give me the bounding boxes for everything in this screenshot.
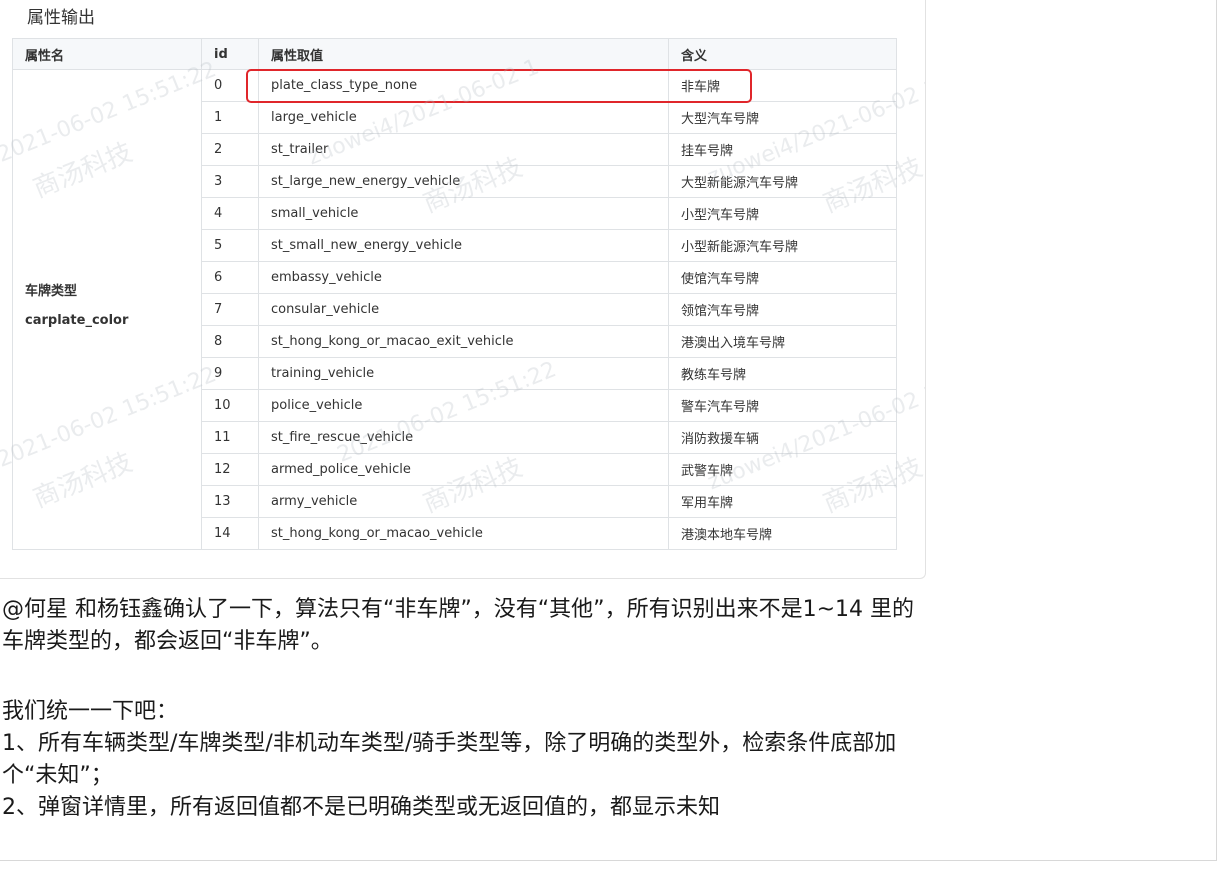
- value-cell: training_vehicle: [258, 357, 669, 390]
- value-cell: army_vehicle: [258, 485, 669, 518]
- value-cell: st_trailer: [258, 133, 669, 166]
- meaning-cell: 大型汽车号牌: [668, 101, 897, 134]
- meaning-cell: 小型新能源汽车号牌: [668, 229, 897, 262]
- id-cell: 8: [201, 325, 259, 358]
- attribute-name-cell: 车牌类型 carplate_color: [12, 69, 202, 550]
- chat-message-view: 属性输出 属性名 id 属性取值 含义 车牌类型 carplate_color 0 p…: [0, 0, 1222, 878]
- value-cell: consular_vehicle: [258, 293, 669, 326]
- doc-heading: 属性输出: [27, 8, 95, 28]
- meaning-cell: 港澳出入境车号牌: [668, 325, 897, 358]
- meaning-cell: 武警车牌: [668, 453, 897, 486]
- attribute-name-cn: 车牌类型: [25, 283, 78, 299]
- table-body: 车牌类型 carplate_color 0 plate_class_type_none…: [12, 69, 897, 550]
- id-cell: 14: [201, 517, 259, 550]
- id-cell: 11: [201, 421, 259, 454]
- id-cell: 7: [201, 293, 259, 326]
- meaning-cell: 教练车号牌: [668, 357, 897, 390]
- value-cell: st_fire_rescue_vehicle: [258, 421, 669, 454]
- id-cell: 6: [201, 261, 259, 294]
- value-cell: large_vehicle: [258, 101, 669, 134]
- message-frame-border: [1216, 0, 1217, 860]
- message-line: @何星 和杨钰鑫确认了一下，算法只有“非车牌”，没有“其他”，所有识别出来不是1…: [2, 597, 915, 622]
- id-cell: 13: [201, 485, 259, 518]
- message-line: 车牌类型的，都会返回“非车牌”。: [2, 629, 333, 654]
- attribute-name-en: carplate_color: [25, 312, 129, 328]
- value-cell: small_vehicle: [258, 197, 669, 230]
- id-cell: 3: [201, 165, 259, 198]
- message-line: 我们统一一下吧：: [2, 699, 179, 724]
- meaning-cell: 大型新能源汽车号牌: [668, 165, 897, 198]
- value-cell: plate_class_type_none: [258, 69, 669, 102]
- value-cell: st_small_new_energy_vehicle: [258, 229, 669, 262]
- value-cell: st_large_new_energy_vehicle: [258, 165, 669, 198]
- value-cell: embassy_vehicle: [258, 261, 669, 294]
- value-cell: armed_police_vehicle: [258, 453, 669, 486]
- id-cell: 5: [201, 229, 259, 262]
- attribute-table: 属性名 id 属性取值 含义 车牌类型 carplate_color 0 plate_…: [12, 38, 897, 550]
- meaning-cell: 警车汽车号牌: [668, 389, 897, 422]
- attachment-image[interactable]: 属性输出 属性名 id 属性取值 含义 车牌类型 carplate_color 0 p…: [0, 0, 926, 579]
- meaning-cell: 军用车牌: [668, 485, 897, 518]
- value-cell: st_hong_kong_or_macao_exit_vehicle: [258, 325, 669, 358]
- id-cell: 12: [201, 453, 259, 486]
- id-cell: 9: [201, 357, 259, 390]
- message-frame-border: [0, 860, 1217, 861]
- meaning-cell: 挂车号牌: [668, 133, 897, 166]
- meaning-cell: 领馆汽车号牌: [668, 293, 897, 326]
- column-header-id: id: [201, 38, 259, 70]
- meaning-cell: 港澳本地车号牌: [668, 517, 897, 550]
- column-header-name: 属性名: [12, 38, 202, 70]
- value-cell: st_hong_kong_or_macao_vehicle: [258, 517, 669, 550]
- table-row: 车牌类型 carplate_color 0 plate_class_type_none…: [12, 69, 897, 550]
- id-cell: 4: [201, 197, 259, 230]
- table-header-row: 属性名 id 属性取值 含义: [12, 38, 897, 70]
- message-text: @何星 和杨钰鑫确认了一下，算法只有“非车牌”，没有“其他”，所有识别出来不是1…: [2, 594, 1202, 824]
- meaning-cell: 小型汽车号牌: [668, 197, 897, 230]
- meaning-cell: 使馆汽车号牌: [668, 261, 897, 294]
- id-cell: 1: [201, 101, 259, 134]
- value-cell: police_vehicle: [258, 389, 669, 422]
- column-header-meaning: 含义: [668, 38, 897, 70]
- meaning-cell: 非车牌: [668, 69, 897, 102]
- id-cell: 10: [201, 389, 259, 422]
- id-cell: 0: [201, 69, 259, 102]
- id-cell: 2: [201, 133, 259, 166]
- column-header-value: 属性取值: [258, 38, 669, 70]
- meaning-cell: 消防救援车辆: [668, 421, 897, 454]
- message-line: 个“未知”；: [2, 763, 113, 788]
- message-line: 1、所有车辆类型/车牌类型/非机动车类型/骑手类型等，除了明确的类型外，检索条件…: [2, 731, 897, 756]
- message-line: 2、弹窗详情里，所有返回值都不是已明确类型或无返回值的，都显示未知: [2, 795, 720, 820]
